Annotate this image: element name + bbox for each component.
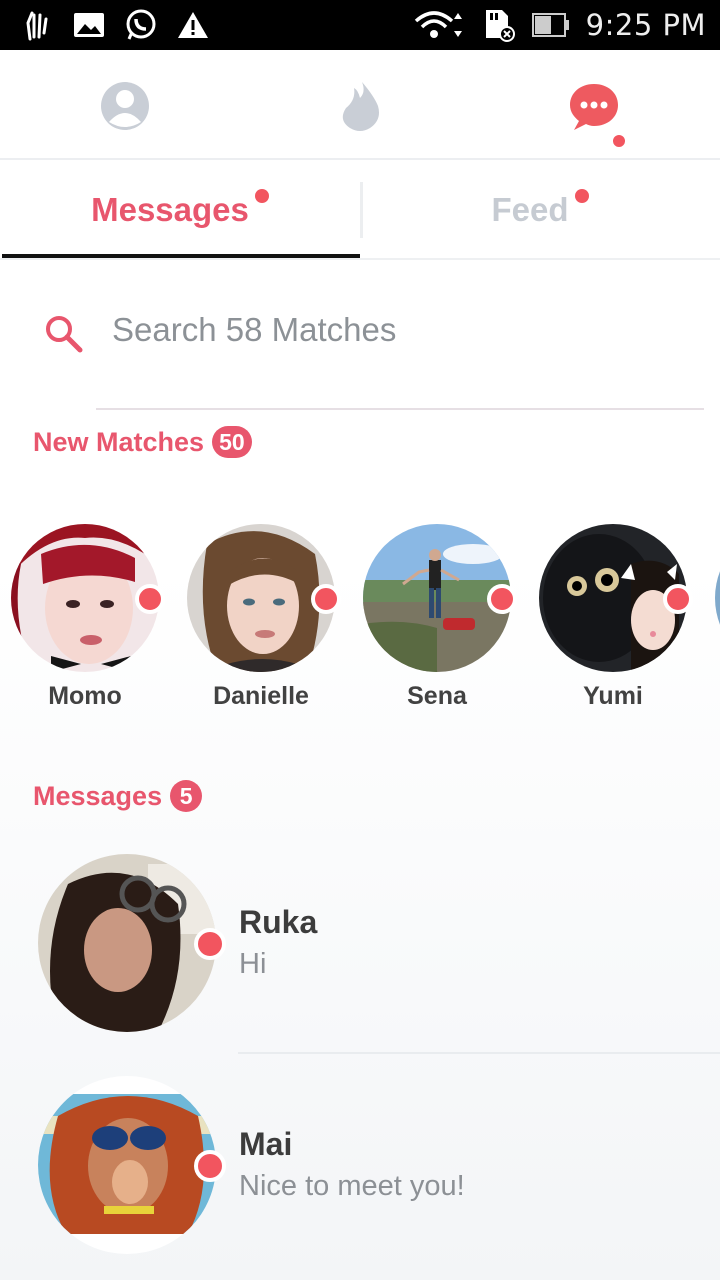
match-item-yumi[interactable]: Yumi (539, 524, 693, 710)
whatsapp-icon (124, 9, 158, 41)
messages-heading: Messages 5 (33, 780, 203, 812)
profile-icon[interactable] (97, 78, 153, 134)
match-avatar (715, 524, 720, 672)
message-sender-name: Mai (239, 1126, 293, 1162)
status-time: 9:25 PM (585, 8, 706, 42)
message-separator (238, 1052, 720, 1054)
match-item-partial[interactable] (715, 524, 720, 672)
new-matches-carousel[interactable]: Momo Danielle Sena Yumi (0, 524, 720, 724)
message-preview: Nice to meet you! (239, 1170, 465, 1202)
search-icon (44, 314, 84, 354)
tab-messages-dot (254, 189, 269, 203)
image-icon (72, 9, 106, 41)
chat-icon[interactable] (566, 78, 622, 134)
active-tab-indicator (2, 254, 360, 258)
tab-feed-label: Feed (491, 191, 569, 228)
match-name: Yumi (583, 682, 643, 710)
tab-messages[interactable]: Messages (0, 162, 360, 258)
match-item-sena[interactable]: Sena (363, 524, 517, 710)
new-matches-title: New Matches (33, 426, 205, 457)
match-new-dot (663, 584, 693, 614)
message-sender-name: Ruka (239, 904, 318, 940)
message-item-ruka[interactable]: Ruka Hi (0, 854, 720, 1054)
tab-bar: Messages Feed (0, 162, 720, 260)
flame-icon[interactable] (332, 78, 388, 134)
message-unread-dot (194, 928, 226, 960)
warning-icon (176, 9, 210, 41)
match-name: Sena (407, 682, 467, 710)
battery-icon (531, 9, 570, 41)
match-name: Momo (48, 682, 122, 710)
match-item-momo[interactable]: Momo (11, 524, 165, 710)
match-new-dot (311, 584, 341, 614)
messages-title: Messages (33, 780, 163, 811)
tab-feed-dot (574, 189, 589, 203)
wifi-icon (414, 9, 466, 41)
message-avatar (38, 1076, 216, 1254)
tab-feed[interactable]: Feed (360, 162, 720, 258)
top-navigation (0, 50, 720, 160)
new-matches-heading: New Matches 50 (33, 426, 252, 458)
content-area: New Matches 50 Momo (0, 260, 720, 1280)
message-preview: Hi (239, 948, 267, 980)
match-name: Danielle (213, 682, 309, 710)
sd-card-icon (482, 9, 516, 42)
hand-icon (20, 9, 54, 41)
status-bar: 9:25 PM (0, 0, 720, 50)
message-unread-dot (194, 1150, 226, 1182)
match-item-danielle[interactable]: Danielle (187, 524, 341, 710)
search-bar (0, 290, 720, 410)
match-new-dot (487, 584, 517, 614)
search-input[interactable] (96, 300, 704, 360)
message-avatar (38, 854, 216, 1032)
tab-messages-label: Messages (91, 191, 249, 228)
search-underline (96, 408, 704, 410)
message-item-mai[interactable]: Mai Nice to meet you! (0, 1076, 720, 1266)
messages-count-badge: 5 (170, 780, 203, 812)
new-matches-count-badge: 50 (212, 426, 252, 458)
chat-notification-dot (610, 132, 628, 150)
match-new-dot (135, 584, 165, 614)
